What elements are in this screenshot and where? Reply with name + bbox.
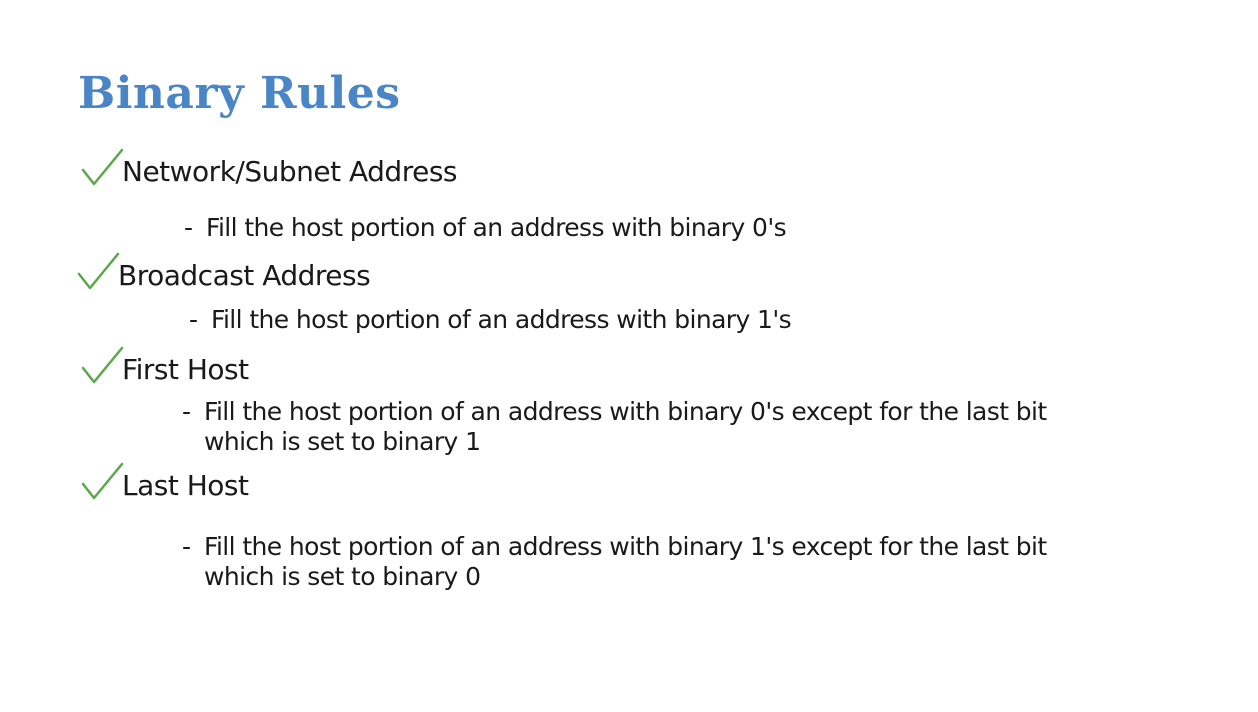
checkmark-icon [80,460,126,504]
rule-last-host: - Fill the host portion of an address wi… [182,532,1047,592]
section-heading: Last Host [122,469,249,502]
bullet-dash: - [182,532,191,561]
bullet-dash: - [184,213,193,242]
section-heading: First Host [122,353,249,386]
section-heading: Network/Subnet Address [122,155,458,188]
section-network-subnet-address: Network/Subnet Address [80,146,458,190]
rule-text: Fill the host portion of an address with… [211,305,792,334]
bullet-dash: - [189,305,198,334]
checkmark-icon [80,344,126,388]
rule-network-subnet-address: - Fill the host portion of an address wi… [184,213,787,243]
rule-text: Fill the host portion of an address with… [206,213,787,242]
rule-broadcast-address: - Fill the host portion of an address wi… [189,305,792,335]
bullet-dash: - [182,397,191,426]
checkmark-icon [76,250,122,294]
section-heading: Broadcast Address [118,259,371,292]
rule-text: Fill the host portion of an address with… [204,532,1047,591]
checkmark-icon [80,146,126,190]
section-broadcast-address: Broadcast Address [76,250,371,294]
rule-first-host: - Fill the host portion of an address wi… [182,397,1047,457]
rule-text: Fill the host portion of an address with… [204,397,1047,456]
section-first-host: First Host [80,344,249,388]
slide: Binary Rules Network/Subnet Address - Fi… [0,0,1258,712]
slide-title: Binary Rules [78,68,401,119]
section-last-host: Last Host [80,460,249,504]
